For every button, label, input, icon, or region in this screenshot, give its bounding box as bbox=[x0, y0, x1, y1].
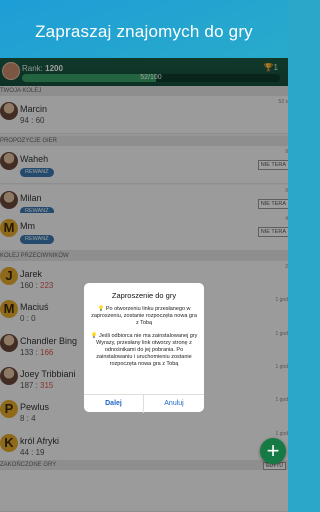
invite-dialog: Zaproszenie do gry 💡 Po otworzeniu linku… bbox=[84, 283, 204, 413]
dialog-buttons: Dalej Anuluj bbox=[84, 394, 204, 413]
dialog-text-2: 💡 Jeśli odbiorca nie ma zainstalowanej g… bbox=[90, 333, 198, 367]
cancel-button[interactable]: Anuluj bbox=[144, 395, 204, 413]
continue-button[interactable]: Dalej bbox=[84, 395, 144, 413]
lightbulb-icon: 💡 bbox=[97, 306, 105, 312]
plus-icon: + bbox=[266, 438, 280, 463]
dialog-text-1: 💡 Po otworzeniu linku przesłanego w zapr… bbox=[91, 306, 197, 326]
dialog-title: Zaproszenie do gry bbox=[111, 291, 177, 300]
promo-headline: Zapraszaj znajomych do gry bbox=[35, 22, 253, 41]
new-game-button[interactable]: + bbox=[260, 438, 286, 464]
lightbulb-icon: 💡 bbox=[90, 333, 98, 339]
